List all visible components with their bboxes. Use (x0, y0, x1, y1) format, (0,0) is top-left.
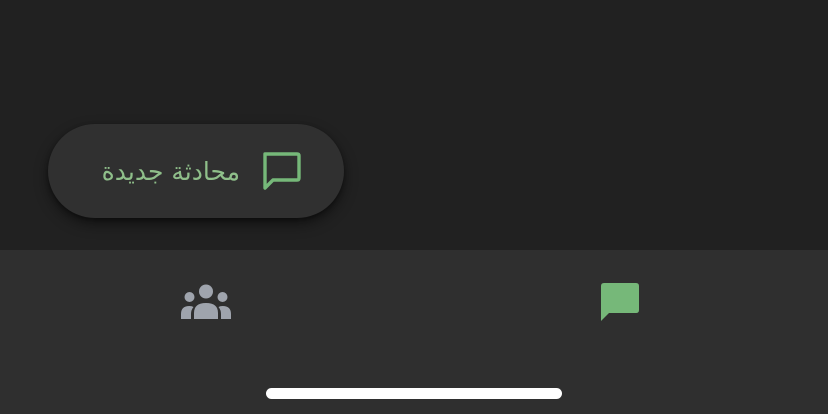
people-group-icon (180, 282, 232, 326)
new-chat-button[interactable]: محادثة جديدة (48, 124, 344, 218)
main-content: محادثة جديدة (0, 0, 828, 250)
nav-tab-chats[interactable] (560, 276, 680, 332)
chat-bubble-outline-icon (260, 150, 302, 192)
new-chat-label: محادثة جديدة (101, 156, 240, 186)
nav-tab-people[interactable] (146, 276, 266, 332)
chat-bubble-filled-icon (599, 281, 641, 327)
home-indicator[interactable] (266, 388, 562, 399)
